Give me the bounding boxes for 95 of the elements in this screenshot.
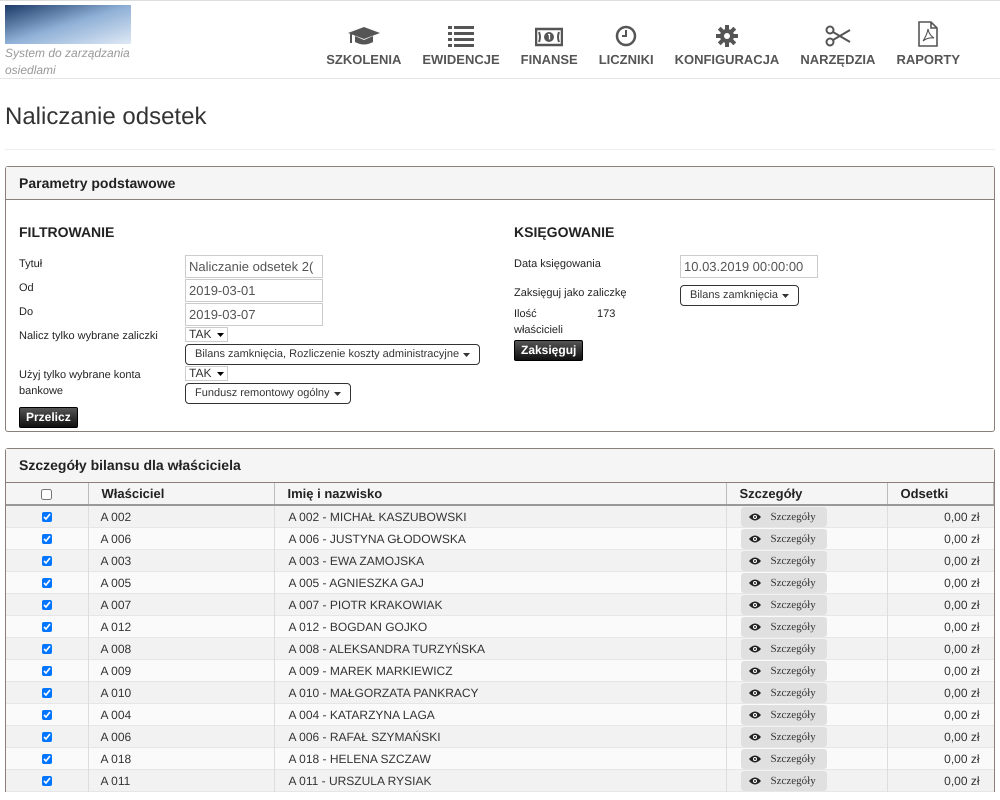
details-button[interactable]: Szczegóły — [740, 551, 826, 571]
nav-link[interactable]: EWIDENCJE — [422, 21, 500, 69]
table-cell: 0,00 zł — [887, 572, 994, 594]
field-label: Tytuł — [19, 257, 44, 272]
details-button[interactable]: Szczegóły — [740, 507, 826, 527]
details-button[interactable]: Szczegóły — [740, 661, 826, 681]
nav-link[interactable]: RAPORTY — [896, 21, 960, 69]
row-checkbox[interactable] — [42, 666, 52, 676]
details-button[interactable]: Szczegóły — [740, 771, 826, 791]
details-button[interactable]: Szczegóły — [740, 749, 826, 769]
table-cell: 0,00 zł — [887, 528, 994, 550]
row-checkbox[interactable] — [42, 776, 52, 786]
row-checkbox[interactable] — [42, 534, 52, 544]
row-checkbox[interactable] — [42, 600, 52, 610]
nav-link[interactable]: LICZNIKI — [598, 21, 654, 69]
caret-icon — [217, 332, 224, 336]
panel-title: Szczegóły bilansu dla właściciela — [6, 449, 994, 483]
eye-icon — [748, 711, 760, 719]
eye-icon — [748, 645, 760, 653]
row-checkbox[interactable] — [42, 732, 52, 742]
table-cell: 0,00 zł — [887, 726, 994, 748]
eye-icon — [748, 601, 760, 609]
eye-icon — [748, 777, 760, 785]
table-cell: 0,00 zł — [887, 638, 994, 660]
eye-icon — [748, 755, 760, 763]
table-cell: A 011 - URSZULA RYSIAK — [274, 770, 726, 792]
field-label: Nalicz tylko wybrane zaliczki — [19, 329, 159, 344]
nav-link[interactable]: NARZĘDZIA — [800, 21, 876, 69]
section-heading: KSIĘGOWANIE — [514, 223, 616, 242]
section-heading: FILTROWANIE — [19, 223, 116, 242]
details-button[interactable]: Szczegóły — [740, 617, 826, 637]
row-checkbox[interactable] — [42, 688, 52, 698]
input-field[interactable]: 2019-03-07 — [185, 303, 323, 326]
select-all-checkbox[interactable] — [41, 488, 52, 500]
pdf-file-icon — [918, 21, 938, 47]
count-value: 173 — [597, 307, 616, 322]
nav-link[interactable]: KONFIGURACJA — [674, 21, 780, 69]
details-button[interactable]: Szczegóły — [740, 727, 826, 747]
row-checkbox[interactable] — [42, 754, 52, 764]
table-cell: 0,00 zł — [887, 660, 994, 682]
dropdown-button[interactable]: Bilans zamknięcia, Rozliczenie koszty administracyjne — [185, 344, 480, 365]
caret-icon — [217, 372, 224, 376]
table-cell: 0,00 zł — [887, 748, 994, 770]
eye-icon — [748, 689, 760, 697]
caret-icon — [782, 294, 790, 298]
select-field[interactable]: TAK — [185, 327, 228, 342]
field-label: Zaksięguj jako zaliczkę — [514, 286, 628, 301]
input-field[interactable]: 2019-03-01 — [185, 279, 323, 302]
eye-icon — [748, 623, 760, 631]
details-button[interactable]: Szczegóły — [740, 529, 826, 549]
column-header: Imię i nazwisko — [274, 483, 726, 505]
field-label: Użyj tylko wybrane konta bankowe — [19, 368, 142, 399]
eye-icon — [748, 579, 760, 587]
action-button[interactable]: Przelicz — [19, 406, 78, 428]
field-label: Data księgowania — [514, 257, 602, 272]
input-field[interactable]: Naliczanie odsetek 2( — [185, 255, 323, 278]
eye-icon — [748, 535, 760, 543]
eye-icon — [748, 513, 760, 521]
row-checkbox[interactable] — [42, 644, 52, 654]
nav-link[interactable]: FINANSE — [520, 21, 578, 69]
row-checkbox[interactable] — [42, 556, 52, 566]
column-header: Szczegóły — [726, 483, 887, 505]
panel-title: Parametry podstawowe — [6, 167, 994, 200]
details-button[interactable]: Szczegóły — [740, 639, 826, 659]
details-button[interactable]: Szczegóły — [740, 705, 826, 725]
details-button[interactable]: Szczegóły — [740, 595, 826, 615]
date-field[interactable]: 10.03.2019 00:00:00 — [680, 255, 818, 278]
logo-tagline: System do zarządzania osiedlami — [5, 45, 131, 79]
dropdown-button[interactable]: Fundusz remontowy ogólny — [185, 383, 351, 404]
column-header: Właściciel — [88, 483, 274, 505]
dropdown-button[interactable]: Bilans zamknięcia — [680, 285, 800, 306]
table-cell: 0,00 zł — [887, 704, 994, 726]
row-checkbox[interactable] — [42, 512, 52, 522]
field-label: Od — [19, 281, 35, 296]
row-checkbox[interactable] — [42, 578, 52, 588]
eye-icon — [748, 667, 760, 675]
table-cell: 0,00 zł — [887, 616, 994, 638]
row-checkbox[interactable] — [42, 710, 52, 720]
table-cell: 0,00 zł — [887, 682, 994, 704]
table-cell: A 011 — [88, 770, 274, 792]
field-label: Ilość właścicieli — [514, 307, 564, 338]
select-field[interactable]: TAK — [185, 366, 228, 381]
table-cell: 0,00 zł — [887, 770, 994, 792]
field-label: Do — [19, 305, 34, 320]
eye-icon — [748, 733, 760, 741]
caret-icon — [463, 352, 470, 356]
column-header: Odsetki — [887, 483, 994, 505]
nav-link[interactable]: SZKOLENIA — [326, 21, 402, 69]
eye-icon — [748, 557, 760, 565]
details-button[interactable]: Szczegóły — [740, 683, 826, 703]
details-button[interactable]: Szczegóły — [740, 573, 826, 593]
action-button[interactable]: Zaksięguj — [514, 340, 584, 360]
caret-icon — [334, 392, 341, 396]
page-title: Naliczanie odsetek — [5, 102, 208, 132]
row-checkbox[interactable] — [42, 622, 52, 632]
